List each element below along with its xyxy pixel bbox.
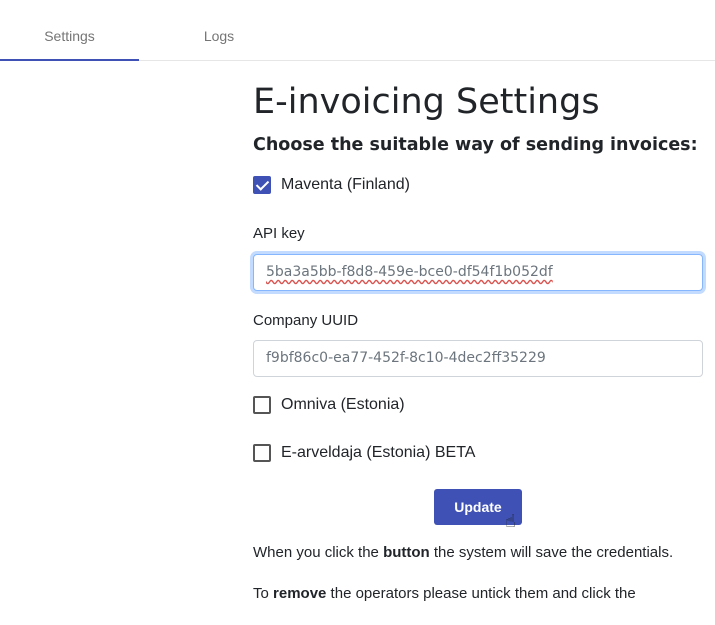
omniva-label: Omniva (Estonia) — [281, 396, 405, 413]
active-tab-indicator — [0, 59, 139, 61]
page-title: E-invoicing Settings — [253, 82, 600, 122]
maventa-checkbox[interactable] — [253, 176, 271, 194]
tab-settings[interactable]: Settings — [0, 0, 139, 60]
tab-bar: Settings Logs — [0, 0, 715, 61]
help-text-remove: To remove the operators please untick th… — [253, 585, 636, 602]
omniva-checkbox[interactable] — [253, 396, 271, 414]
operator-omniva[interactable]: Omniva (Estonia) — [253, 394, 405, 416]
maventa-label: Maventa (Finland) — [281, 176, 410, 193]
company-uuid-value: f9bf86c0-ea77-452f-8c10-4dec2ff35229 — [266, 350, 546, 366]
tab-logs[interactable]: Logs — [139, 0, 299, 60]
company-uuid-label: Company UUID — [253, 312, 359, 329]
e-arveldaja-checkbox[interactable] — [253, 444, 271, 462]
e-arveldaja-label: E-arveldaja (Estonia) BETA — [281, 444, 476, 461]
operator-e-arveldaja[interactable]: E-arveldaja (Estonia) BETA — [253, 442, 475, 464]
update-button[interactable]: Update — [434, 489, 522, 525]
api-key-label: API key — [253, 225, 305, 242]
company-uuid-input[interactable]: f9bf86c0-ea77-452f-8c10-4dec2ff35229 — [253, 340, 703, 377]
help-text-save: When you click the button the system wil… — [253, 544, 674, 561]
page-subtitle: Choose the suitable way of sending invoi… — [253, 135, 698, 155]
api-key-input[interactable]: 5ba3a5bb-f8d8-459e-bce0-df54f1b052df — [253, 254, 703, 291]
operator-maventa[interactable]: Maventa (Finland) — [253, 174, 410, 196]
api-key-value: 5ba3a5bb-f8d8-459e-bce0-df54f1b052df — [266, 264, 553, 280]
